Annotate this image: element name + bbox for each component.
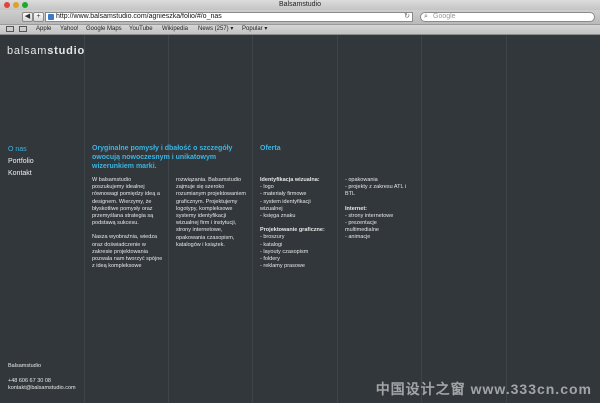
about-paragraph-2: Nasza wyobraźnia, wiedza oraz doświadcze… (92, 234, 163, 270)
grid-line (421, 35, 422, 403)
offer-item: - system identyfikacji (260, 198, 311, 205)
offer-item: - opakowania (345, 177, 378, 183)
footer-email[interactable]: kontakt@balsamstudio.com (8, 385, 76, 392)
window-titlebar: Balsamstudio (0, 0, 600, 10)
zoom-window-button[interactable] (22, 2, 28, 8)
about-column-2: rozwiązania. Balsamstudio zajmuje się sz… (176, 177, 248, 256)
intro-heading: Oryginalne pomysły i dbałość o szczegóły… (92, 145, 233, 170)
grid-line (168, 35, 169, 403)
search-icon: ⌕ (424, 13, 428, 20)
chevron-down-icon: ▾ (230, 26, 234, 32)
offer-item: - strony internetowe (345, 212, 394, 219)
offer-item: - prezentacje (345, 220, 377, 227)
grid-line (337, 35, 338, 403)
offer-item: - logo (260, 184, 274, 191)
top-sites-grid-icon[interactable] (19, 26, 27, 32)
grid-line (506, 35, 507, 403)
bookmarks-bar: Apple Yahoo! Google Maps YouTube Wikiped… (0, 25, 600, 35)
address-bar[interactable]: http://www.balsamstudio.com/agnieszka/fo… (45, 12, 413, 22)
offer-item: wizualnej (260, 205, 283, 212)
bookmark-yahoo[interactable]: Yahoo! (60, 25, 79, 34)
offer-item: - layouty czasopism (260, 248, 309, 255)
search-input[interactable]: ⌕ Google (420, 12, 595, 22)
offer-item: - projekty z zakresu ATL i (345, 184, 407, 191)
offer-internet-title: Internet: (345, 205, 367, 212)
about-paragraph-1: W balsamstudio poszukujemy idealnej równ… (92, 177, 160, 227)
bookmarks-book-icon[interactable] (6, 26, 14, 32)
add-bookmark-button[interactable]: + (33, 12, 44, 22)
back-button[interactable]: ◀ (22, 12, 33, 22)
offer-item: - katalogi (260, 241, 283, 248)
offer-item: - broszury (260, 234, 285, 241)
footer-contact: +48 606 67 30 08 kontakt@balsamstudio.co… (8, 378, 76, 392)
offer-item: - księga znaku (260, 213, 296, 220)
offer-item: - materiały firmowe (260, 191, 307, 198)
website-page: balsamstudio O nas Portfolio Kontakt Ory… (0, 35, 600, 403)
offer-item: BTL (345, 191, 356, 198)
bookmark-news[interactable]: News (257) ▾ (198, 25, 233, 34)
close-window-button[interactable] (4, 2, 10, 8)
footer-company: Balsamstudio (8, 363, 42, 369)
bookmark-popular[interactable]: Popular ▾ (242, 25, 267, 34)
bookmark-wikipedia[interactable]: Wikipedia (162, 25, 188, 34)
offer-item: - foldery (260, 256, 280, 263)
grid-line (84, 35, 85, 403)
reload-icon[interactable]: ↻ (404, 13, 410, 21)
offer-graphic-title: Projektowanie graficzne: (260, 227, 325, 234)
offer-ident-title: Identyfikacja wizualna: (260, 177, 320, 183)
site-logo[interactable]: balsamstudio (7, 45, 85, 57)
site-nav: O nas Portfolio Kontakt (8, 144, 34, 180)
window-title: Balsamstudio (278, 1, 322, 8)
nav-item-o-nas[interactable]: O nas (8, 144, 34, 156)
window-controls (4, 2, 28, 8)
favicon-icon (48, 14, 54, 20)
chevron-down-icon: ▾ (264, 26, 268, 32)
bookmark-youtube[interactable]: YouTube (129, 25, 153, 34)
offer-item: - animacje (345, 234, 371, 241)
offer-column-1: Identyfikacja wizualna: - logo - materia… (260, 177, 336, 270)
logo-bold: studio (47, 45, 86, 57)
bookmark-apple[interactable]: Apple (36, 25, 51, 34)
offer-item: multimedialne (345, 227, 379, 234)
minimize-window-button[interactable] (13, 2, 19, 8)
offer-heading: Oferta (260, 145, 281, 152)
url-text: http://www.balsamstudio.com/agnieszka/fo… (56, 13, 222, 20)
nav-item-kontakt[interactable]: Kontakt (8, 168, 34, 180)
offer-column-2: - opakowania - projekty z zakresu ATL i … (345, 177, 417, 242)
about-column-1: W balsamstudio poszukujemy idealnej równ… (92, 177, 164, 277)
nav-item-portfolio[interactable]: Portfolio (8, 156, 34, 168)
logo-light: balsam (7, 45, 48, 57)
bookmark-news-label: News (257) (198, 26, 229, 32)
browser-toolbar: ◀ + http://www.balsamstudio.com/agnieszk… (0, 10, 600, 25)
grid-line (252, 35, 253, 403)
about-paragraph-3: rozwiązania. Balsamstudio zajmuje się sz… (176, 177, 246, 248)
footer-phone: +48 606 67 30 08 (8, 378, 51, 384)
watermark-text: 中国设计之窗 www.333cn.com (375, 381, 592, 397)
bookmark-google-maps[interactable]: Google Maps (86, 25, 122, 34)
offer-item: - reklamy prasowe (260, 263, 305, 270)
search-placeholder: Google (433, 13, 456, 20)
bookmark-popular-label: Popular (242, 26, 263, 32)
